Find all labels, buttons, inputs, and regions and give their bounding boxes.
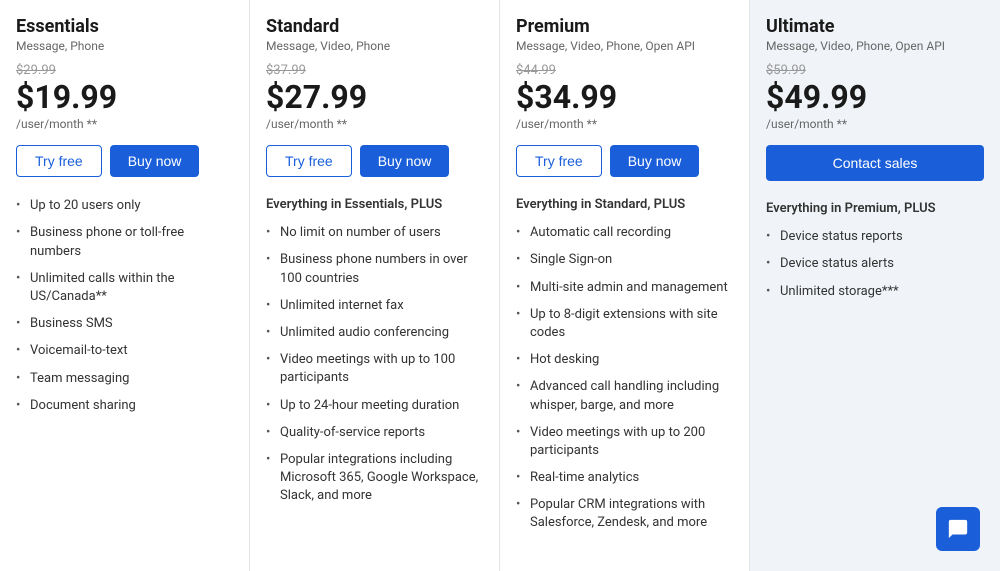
original-price-ultimate: $59.99	[766, 63, 984, 78]
original-price-standard: $37.99	[266, 63, 483, 78]
current-price-premium: $34.99	[516, 80, 733, 115]
feature-item: Business phone or toll-free numbers	[16, 224, 233, 260]
feature-item: Unlimited internet fax	[266, 297, 483, 315]
feature-item: Up to 8-digit extensions with site codes	[516, 306, 733, 342]
feature-item: Single Sign-on	[516, 251, 733, 269]
feature-item: Popular integrations including Microsoft…	[266, 451, 483, 506]
btn-group-premium: Try freeBuy now	[516, 145, 733, 177]
current-price-standard: $27.99	[266, 80, 483, 115]
feature-item: Device status alerts	[766, 255, 984, 273]
buy-now-button-premium[interactable]: Buy now	[610, 145, 700, 177]
plan-col-essentials: Essentials Message, Phone $29.99 $19.99/use…	[0, 0, 250, 571]
btn-group-standard: Try freeBuy now	[266, 145, 483, 177]
try-free-button-standard[interactable]: Try free	[266, 145, 352, 177]
chat-icon	[947, 518, 969, 540]
btn-group-essentials: Try freeBuy now	[16, 145, 233, 177]
feature-item: Business SMS	[16, 315, 233, 333]
feature-item: Business phone numbers in over 100 count…	[266, 251, 483, 287]
chat-button[interactable]	[936, 507, 980, 551]
feature-item: Hot desking	[516, 351, 733, 369]
try-free-button-premium[interactable]: Try free	[516, 145, 602, 177]
everything-in-ultimate: Everything in Premium, PLUS	[766, 201, 984, 216]
price-note-ultimate: /user/month **	[766, 117, 984, 131]
feature-item: Unlimited storage***	[766, 283, 984, 301]
plan-name-standard: Standard	[266, 16, 483, 37]
feature-item: Real-time analytics	[516, 469, 733, 487]
feature-item: Device status reports	[766, 228, 984, 246]
price-note-standard: /user/month **	[266, 117, 483, 131]
contact-sales-button-ultimate[interactable]: Contact sales	[766, 145, 984, 181]
feature-item: Video meetings with up to 100 participan…	[266, 351, 483, 387]
plan-name-ultimate: Ultimate	[766, 16, 984, 37]
feature-item: Popular CRM integrations with Salesforce…	[516, 496, 733, 532]
plan-name-premium: Premium	[516, 16, 733, 37]
pricing-grid: Essentials Message, Phone $29.99 $19.99/use…	[0, 0, 1000, 571]
plan-tag-standard: Message, Video, Phone	[266, 39, 483, 53]
feature-item: Voicemail-to-text	[16, 342, 233, 360]
feature-list-premium: Automatic call recording Single Sign-on Mu…	[516, 224, 733, 532]
feature-item: Automatic call recording	[516, 224, 733, 242]
current-price-essentials: $19.99	[16, 80, 233, 115]
everything-in-premium: Everything in Standard, PLUS	[516, 197, 733, 212]
plan-col-premium: Premium Message, Video, Phone, Open API $4…	[500, 0, 750, 571]
feature-item: Up to 20 users only	[16, 197, 233, 215]
try-free-button-essentials[interactable]: Try free	[16, 145, 102, 177]
feature-item: Up to 24-hour meeting duration	[266, 397, 483, 415]
feature-item: Document sharing	[16, 397, 233, 415]
buy-now-button-standard[interactable]: Buy now	[360, 145, 450, 177]
plan-tag-essentials: Message, Phone	[16, 39, 233, 53]
feature-item: No limit on number of users	[266, 224, 483, 242]
everything-in-standard: Everything in Essentials, PLUS	[266, 197, 483, 212]
plan-col-ultimate: Ultimate Message, Video, Phone, Open API $…	[750, 0, 1000, 571]
feature-item: Multi-site admin and management	[516, 279, 733, 297]
plan-col-standard: Standard Message, Video, Phone $37.99 $27.9…	[250, 0, 500, 571]
price-note-essentials: /user/month **	[16, 117, 233, 131]
feature-item: Team messaging	[16, 370, 233, 388]
plan-tag-ultimate: Message, Video, Phone, Open API	[766, 39, 984, 53]
buy-now-button-essentials[interactable]: Buy now	[110, 145, 200, 177]
feature-item: Video meetings with up to 200 participan…	[516, 424, 733, 460]
plan-tag-premium: Message, Video, Phone, Open API	[516, 39, 733, 53]
feature-item: Quality-of-service reports	[266, 424, 483, 442]
current-price-ultimate: $49.99	[766, 80, 984, 115]
plan-name-essentials: Essentials	[16, 16, 233, 37]
feature-item: Unlimited audio conferencing	[266, 324, 483, 342]
feature-list-standard: No limit on number of users Business phon…	[266, 224, 483, 505]
feature-list-essentials: Up to 20 users only Business phone or tol…	[16, 197, 233, 415]
original-price-essentials: $29.99	[16, 63, 233, 78]
feature-item: Unlimited calls within the US/Canada**	[16, 270, 233, 306]
original-price-premium: $44.99	[516, 63, 733, 78]
feature-item: Advanced call handling including whisper…	[516, 378, 733, 414]
feature-list-ultimate: Device status reports Device status alert…	[766, 228, 984, 301]
price-note-premium: /user/month **	[516, 117, 733, 131]
